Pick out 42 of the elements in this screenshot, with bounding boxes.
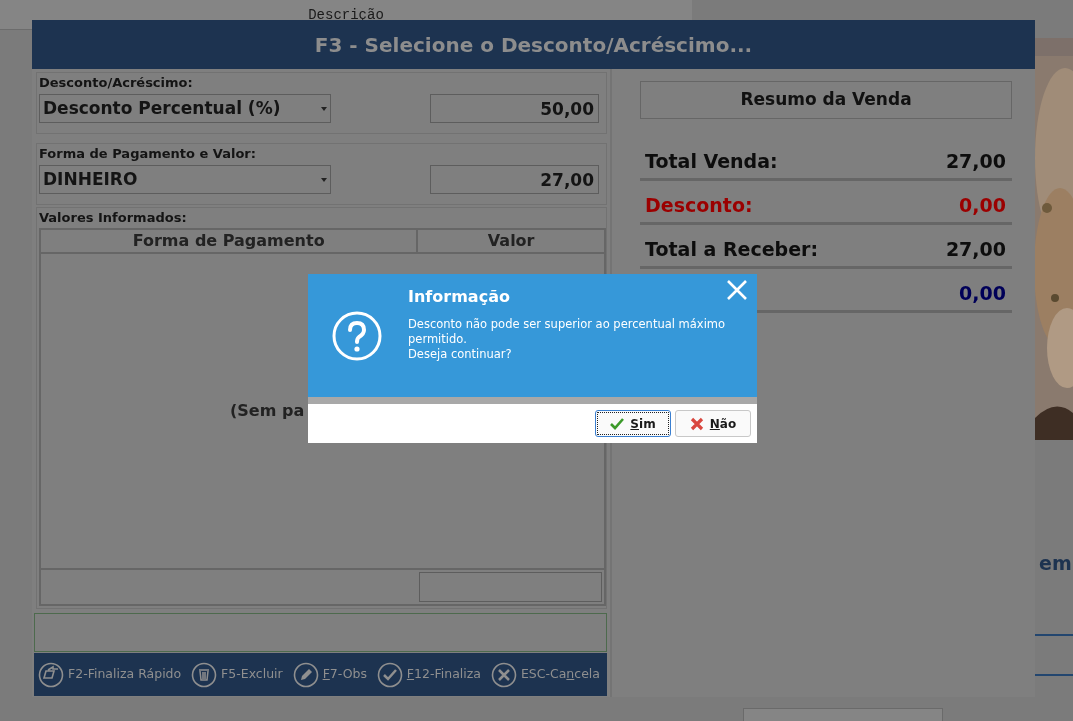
discount-type-dropdown[interactable]: Desconto Percentual (%) [39, 94, 331, 123]
no-button[interactable]: Não [675, 410, 751, 437]
dropdown-arrow-icon [321, 106, 327, 111]
summary-label: Total a Receber: [645, 237, 819, 263]
payment-method-dropdown[interactable]: DINHEIRO [39, 165, 331, 194]
group-label: Valores Informados: [39, 209, 188, 225]
question-icon [332, 311, 382, 361]
summary-value: 0,00 [959, 193, 1006, 219]
toolbar-button[interactable]: ESC-Cancela [490, 661, 600, 688]
toolbar-button[interactable]: F2-Finaliza Rápido [38, 661, 182, 688]
message-title: Informação [408, 286, 510, 308]
empty-message: (Sem pa [230, 400, 305, 422]
check-icon [610, 417, 625, 430]
summary-value: 27,00 [945, 237, 1006, 263]
toolbar-button[interactable]: F5-Excluir [191, 661, 283, 688]
trash-icon [191, 661, 218, 688]
notes-field[interactable] [34, 613, 607, 652]
toolbar-button[interactable]: F7-Obs [292, 661, 367, 688]
summary-value: 27,00 [945, 149, 1006, 175]
toolbar-button[interactable]: F12-Finaliza [376, 661, 481, 688]
close-icon [490, 661, 517, 688]
group-label: Desconto/Acréscimo: [39, 74, 194, 90]
column-header: Valor [486, 230, 536, 252]
summary-value: 0,00 [959, 281, 1006, 307]
message-text: Desconto não pode ser superior ao percentual máximo permitido. Deseja continuar? [408, 317, 727, 362]
pencil-icon [292, 661, 319, 688]
summary-label: Total Venda: [645, 149, 778, 175]
dropdown-arrow-icon [321, 177, 327, 182]
quantity-field[interactable] [743, 708, 943, 721]
check-icon [376, 661, 403, 688]
column-header: Forma de Pagamento [41, 230, 419, 252]
value-field[interactable]: 27,00 [430, 165, 599, 194]
value-field[interactable]: 50,00 [430, 94, 599, 123]
title-bar: F3 - Selecione o Desconto/Acréscimo... [32, 20, 1035, 69]
summary-title: Resumo da Venda [640, 81, 1012, 119]
summary-label: Desconto: [645, 193, 753, 219]
group-label: Forma de Pagamento e Valor: [39, 145, 257, 161]
yes-button[interactable]: Sim [595, 410, 671, 437]
close-icon [689, 416, 704, 431]
side-text: em [1039, 551, 1072, 576]
close-button[interactable] [726, 279, 748, 301]
close-icon [726, 279, 748, 301]
